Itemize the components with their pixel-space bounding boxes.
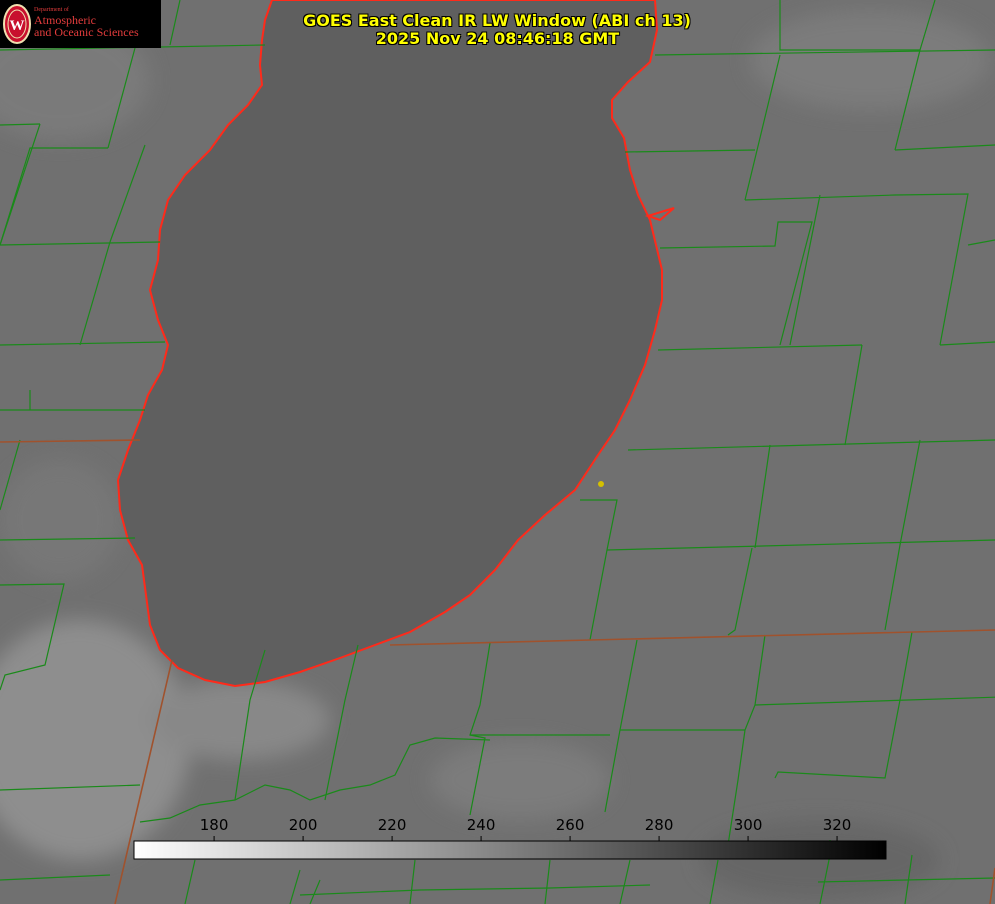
colorbar-tick-label: 200 (289, 816, 318, 834)
colorbar-tick-label: 300 (734, 816, 763, 834)
colorbar-tick-label: 260 (556, 816, 585, 834)
location-marker (598, 481, 604, 487)
colorbar-gradient (133, 840, 887, 860)
title-timestamp: 2025 Nov 24 08:46:18 GMT (375, 29, 620, 48)
satellite-image-viewer: 180 200 220 240 260 280 300 320 W Department of… (0, 0, 995, 904)
colorbar-tick-label: 320 (823, 816, 852, 834)
title-product: GOES East Clean IR LW Window (ABI ch 13) (303, 11, 691, 30)
satellite-map: 180 200 220 240 260 280 300 320 (0, 0, 995, 904)
colorbar-tick-label: 280 (645, 816, 674, 834)
colorbar-tick-label: 220 (378, 816, 407, 834)
colorbar-tick-label: 180 (200, 816, 229, 834)
colorbar-tick-label: 240 (467, 816, 496, 834)
image-title: GOES East Clean IR LW Window (ABI ch 13)… (0, 12, 995, 48)
